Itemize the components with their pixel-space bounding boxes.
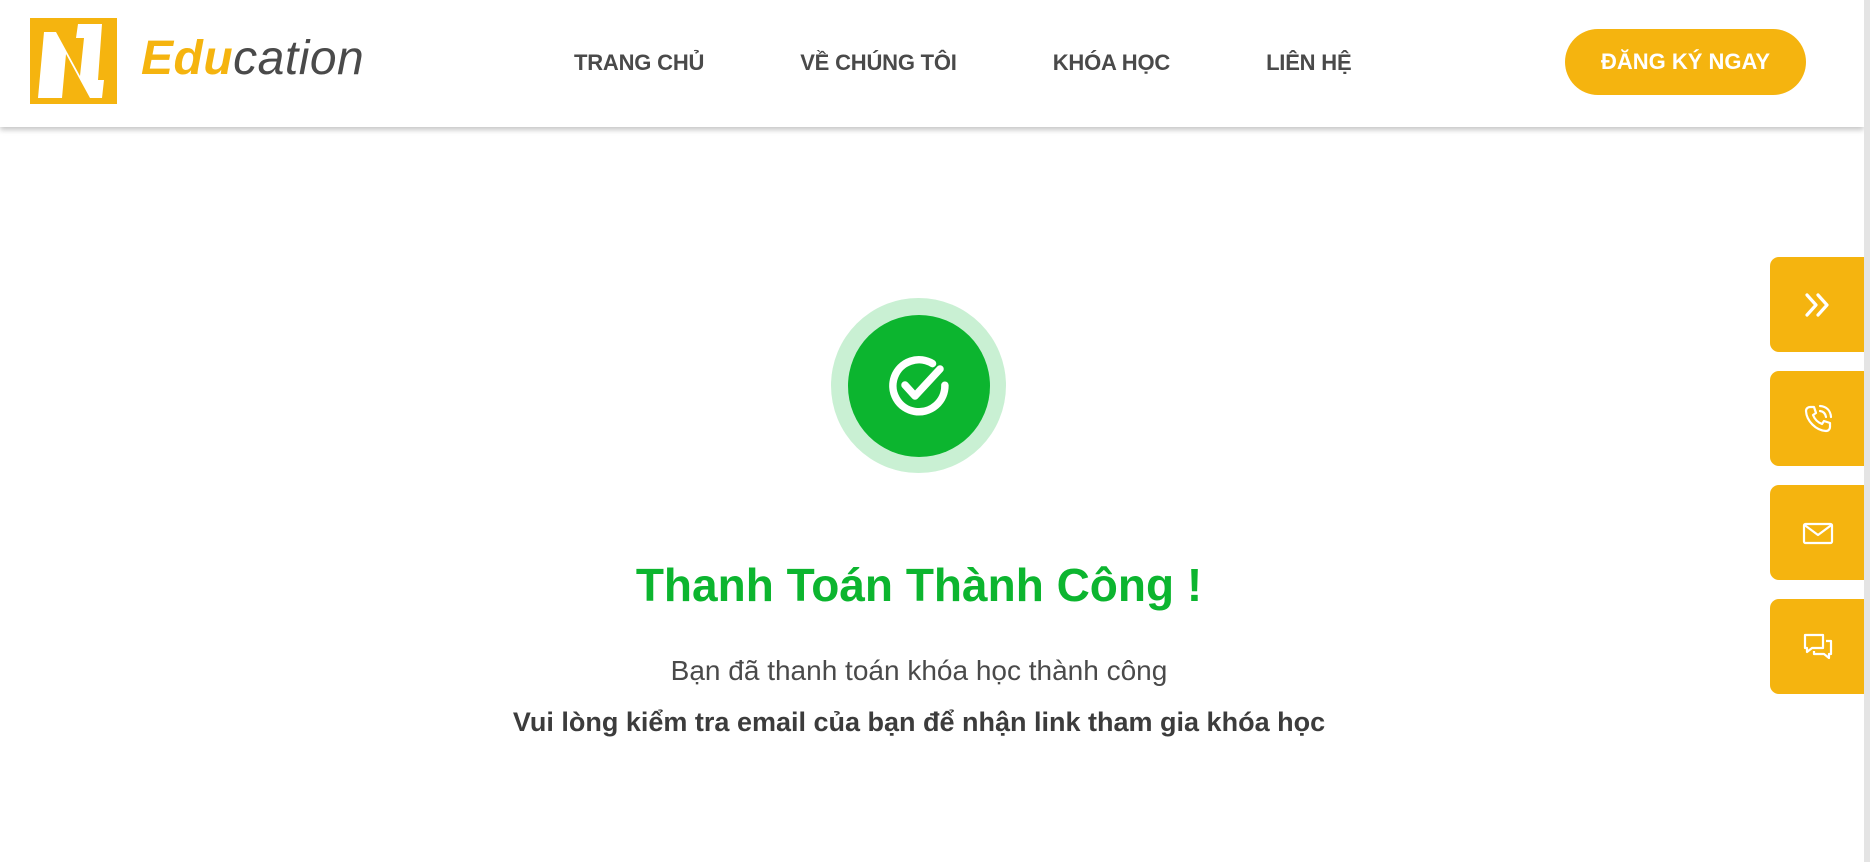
side-mail-button[interactable]	[1770, 485, 1865, 580]
scrollbar[interactable]	[1864, 0, 1870, 862]
phone-icon	[1804, 404, 1832, 432]
nav-item-contact[interactable]: LIÊN HỆ	[1266, 50, 1352, 76]
site-header: Education TRANG CHỦ VỀ CHÚNG TÔI KHÓA HỌ…	[0, 0, 1864, 127]
success-icon-ring	[831, 298, 1006, 473]
register-now-button[interactable]: ĐĂNG KÝ NGAY	[1565, 29, 1806, 95]
side-phone-button[interactable]	[1770, 371, 1865, 466]
success-email-note: Vui lòng kiểm tra email của bạn để nhận …	[512, 707, 1326, 737]
nav-item-courses[interactable]: KHÓA HỌC	[1053, 50, 1171, 76]
check-circle-icon	[888, 355, 949, 416]
mail-icon	[1802, 522, 1833, 544]
double-chevron-right-icon	[1804, 292, 1829, 317]
nav-item-home[interactable]: TRANG CHỦ	[574, 50, 704, 76]
success-icon-core	[847, 314, 990, 457]
success-subtitle: Bạn đã thanh toán khóa học thành công	[670, 655, 1168, 686]
side-chat-button[interactable]	[1770, 599, 1865, 694]
nav-item-about[interactable]: VỀ CHÚNG TÔI	[800, 50, 957, 76]
success-title: Thanh Toán Thành Công !	[635, 559, 1203, 611]
payment-success-page: Education TRANG CHỦ VỀ CHÚNG TÔI KHÓA HỌ…	[0, 0, 1870, 862]
brand-name: Education	[141, 35, 364, 83]
brand-name-edu: Edu	[141, 32, 234, 85]
side-expand-button[interactable]	[1770, 257, 1865, 352]
brand-name-cation: cation	[233, 32, 365, 85]
chat-icon	[1803, 633, 1832, 659]
n-logo-icon	[30, 18, 117, 104]
main-nav: TRANG CHỦ VỀ CHÚNG TÔI KHÓA HỌC LIÊN HỆ	[574, 50, 1352, 76]
brand-logo[interactable]: Education	[30, 18, 364, 104]
